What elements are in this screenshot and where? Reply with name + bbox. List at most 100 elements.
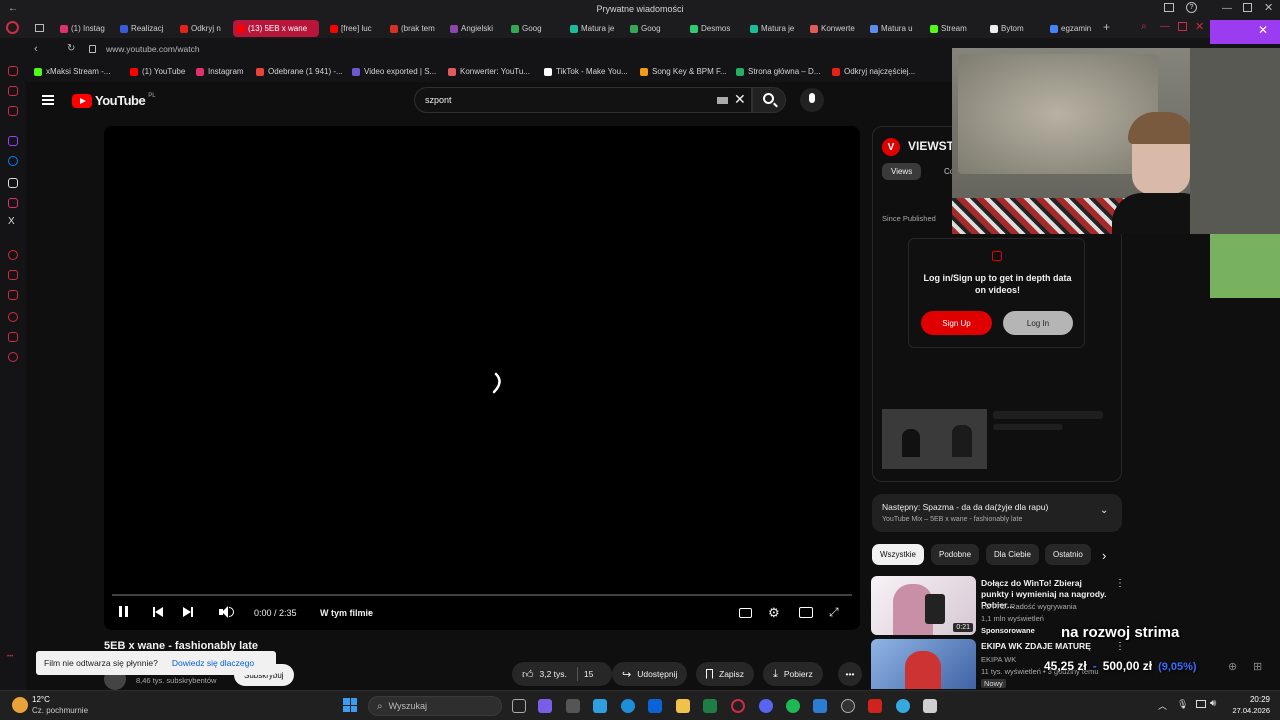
tab-13[interactable]: Matura u: [866, 20, 916, 37]
tab-11[interactable]: Matura je: [746, 20, 798, 37]
widgets-icon[interactable]: [566, 699, 580, 713]
bookmark-item[interactable]: Song Key & BPM F...: [640, 67, 727, 76]
copilot-icon[interactable]: [593, 699, 607, 713]
tab-10[interactable]: Desmos: [686, 20, 732, 37]
more-icon[interactable]: •••: [7, 654, 13, 660]
tab-minimize-icon[interactable]: —: [1160, 21, 1170, 32]
chip-0[interactable]: Wszystkie: [872, 544, 924, 565]
tab-14[interactable]: Stream: [926, 20, 974, 37]
overlay-close-icon[interactable]: ✕: [1258, 23, 1268, 37]
tab-6[interactable]: Angielski: [446, 20, 498, 37]
edge-icon[interactable]: [621, 699, 635, 713]
progress-track[interactable]: [112, 594, 852, 596]
panel-icon[interactable]: [1164, 3, 1174, 12]
clear-search-icon[interactable]: ✕: [734, 91, 746, 108]
next-up-box[interactable]: Następny: Spazma - da da da(żyje dla rap…: [872, 494, 1122, 532]
send-icon[interactable]: [8, 270, 18, 280]
maximize-icon[interactable]: [1243, 3, 1252, 12]
tab-2[interactable]: Odkryj n: [176, 20, 226, 37]
tray-volume-icon[interactable]: 🔊︎: [1210, 698, 1216, 709]
help-icon[interactable]: ?: [1186, 2, 1197, 13]
previous-icon[interactable]: [152, 605, 166, 619]
discord-taskbar-icon[interactable]: [759, 699, 773, 713]
mail-icon[interactable]: [648, 699, 662, 713]
tab-12[interactable]: Konwerte: [806, 20, 858, 37]
browser-icon[interactable]: [896, 699, 910, 713]
keyboard-icon[interactable]: [717, 97, 728, 104]
tab-views[interactable]: Views: [882, 163, 922, 180]
chip-2[interactable]: Dla Ciebie: [986, 544, 1039, 565]
excel-icon[interactable]: [703, 699, 717, 713]
url-text[interactable]: www.youtube.com/watch: [106, 44, 200, 54]
tab-9[interactable]: Goog: [626, 20, 674, 37]
video-player[interactable]: [104, 126, 860, 630]
bookmark-item[interactable]: TikTok - Make You...: [544, 67, 628, 76]
x-icon[interactable]: X: [8, 216, 15, 227]
settings-icon[interactable]: [8, 352, 18, 362]
obs-icon[interactable]: [841, 699, 855, 713]
bookmark-item[interactable]: Konwerter: YouTu...: [448, 67, 530, 76]
bookmark-item[interactable]: (1) YouTube: [130, 67, 185, 76]
tray-mic-icon[interactable]: 🎙︎: [1177, 699, 1188, 710]
tab-15[interactable]: Bytom: [986, 20, 1036, 37]
instagram-icon[interactable]: [8, 198, 18, 208]
volume-icon[interactable]: [219, 605, 234, 619]
like-button[interactable]: 👍︎ 3,2 tys. 15: [512, 662, 612, 686]
subtitles-icon[interactable]: [739, 608, 752, 618]
chip-1[interactable]: Podobne: [931, 544, 980, 565]
tray-network-icon[interactable]: [1196, 700, 1206, 708]
workspaces-icon[interactable]: [35, 24, 44, 32]
next-icon[interactable]: [182, 605, 196, 619]
fullscreen-icon[interactable]: ⤢: [829, 605, 839, 620]
pdf-icon[interactable]: [868, 699, 882, 713]
clock-date[interactable]: 27.04.2026: [1228, 706, 1270, 715]
weather-icon[interactable]: [12, 697, 28, 713]
bookmark-item[interactable]: Video exported | S...: [352, 67, 436, 76]
tab-3[interactable]: (13) 5EB x wane: [233, 20, 319, 37]
search-button[interactable]: [752, 87, 786, 113]
tray-chevron-icon[interactable]: ︿: [1158, 699, 1167, 712]
theater-mode-icon[interactable]: [799, 607, 813, 618]
clock-time[interactable]: 20:29: [1240, 695, 1270, 704]
chapter-button[interactable]: W tym filmie: [320, 608, 373, 618]
back-arrow-icon[interactable]: ←: [8, 3, 18, 14]
new-tab-icon[interactable]: +: [1103, 20, 1110, 34]
tab-8[interactable]: Matura je: [566, 20, 618, 37]
signup-button[interactable]: Sign Up: [921, 311, 992, 335]
tab-search-icon[interactable]: ⌕: [1141, 21, 1147, 32]
voice-search-button[interactable]: [800, 88, 824, 112]
minimize-icon[interactable]: —: [1222, 3, 1232, 14]
aria-icon[interactable]: [8, 86, 18, 96]
task-view-icon[interactable]: [512, 699, 526, 713]
wallet-icon[interactable]: [8, 106, 18, 116]
home-icon[interactable]: [8, 66, 18, 76]
chip-3[interactable]: Ostatnio: [1045, 544, 1091, 565]
login-button[interactable]: Log In: [1003, 311, 1073, 335]
bookmark-item[interactable]: Odkryj najczęściej...: [832, 67, 915, 76]
download-button[interactable]: ⤓ Pobierz: [763, 662, 823, 686]
reload-icon[interactable]: ↻: [67, 43, 75, 54]
close-window-icon[interactable]: ✕: [1264, 1, 1273, 14]
back-icon[interactable]: ‹: [34, 43, 38, 55]
bookmark-item[interactable]: Odebrane (1 941) -...: [256, 67, 343, 76]
tab-7[interactable]: Goog: [507, 20, 555, 37]
tab-1[interactable]: Realizacj: [116, 20, 168, 37]
tab-close-icon[interactable]: ✕: [1195, 20, 1204, 33]
tab-16[interactable]: egzamin: [1046, 20, 1096, 37]
youtube-logo[interactable]: YouTube PL: [72, 93, 156, 108]
tab-5[interactable]: (brak tem: [386, 20, 438, 37]
opera-logo-icon[interactable]: [6, 21, 19, 34]
twitch-icon[interactable]: [8, 136, 18, 146]
teams-icon[interactable]: [538, 699, 552, 713]
music-icon[interactable]: [8, 250, 18, 260]
tab-4[interactable]: [free] luc: [326, 20, 376, 37]
search-input[interactable]: szpont ✕: [414, 87, 752, 113]
settings-gear-icon[interactable]: ⚙: [768, 605, 780, 621]
discord-icon[interactable]: [8, 178, 18, 188]
pause-icon[interactable]: [118, 605, 132, 619]
taskbar-search[interactable]: ⌕ Wyszukaj: [368, 696, 502, 716]
bookmark-item[interactable]: Strona główna – D...: [736, 67, 820, 76]
share-button[interactable]: ↪ Udostępnij: [612, 662, 688, 686]
chips-next-icon[interactable]: ›: [1102, 548, 1106, 563]
start-windows-icon[interactable]: [343, 698, 357, 712]
